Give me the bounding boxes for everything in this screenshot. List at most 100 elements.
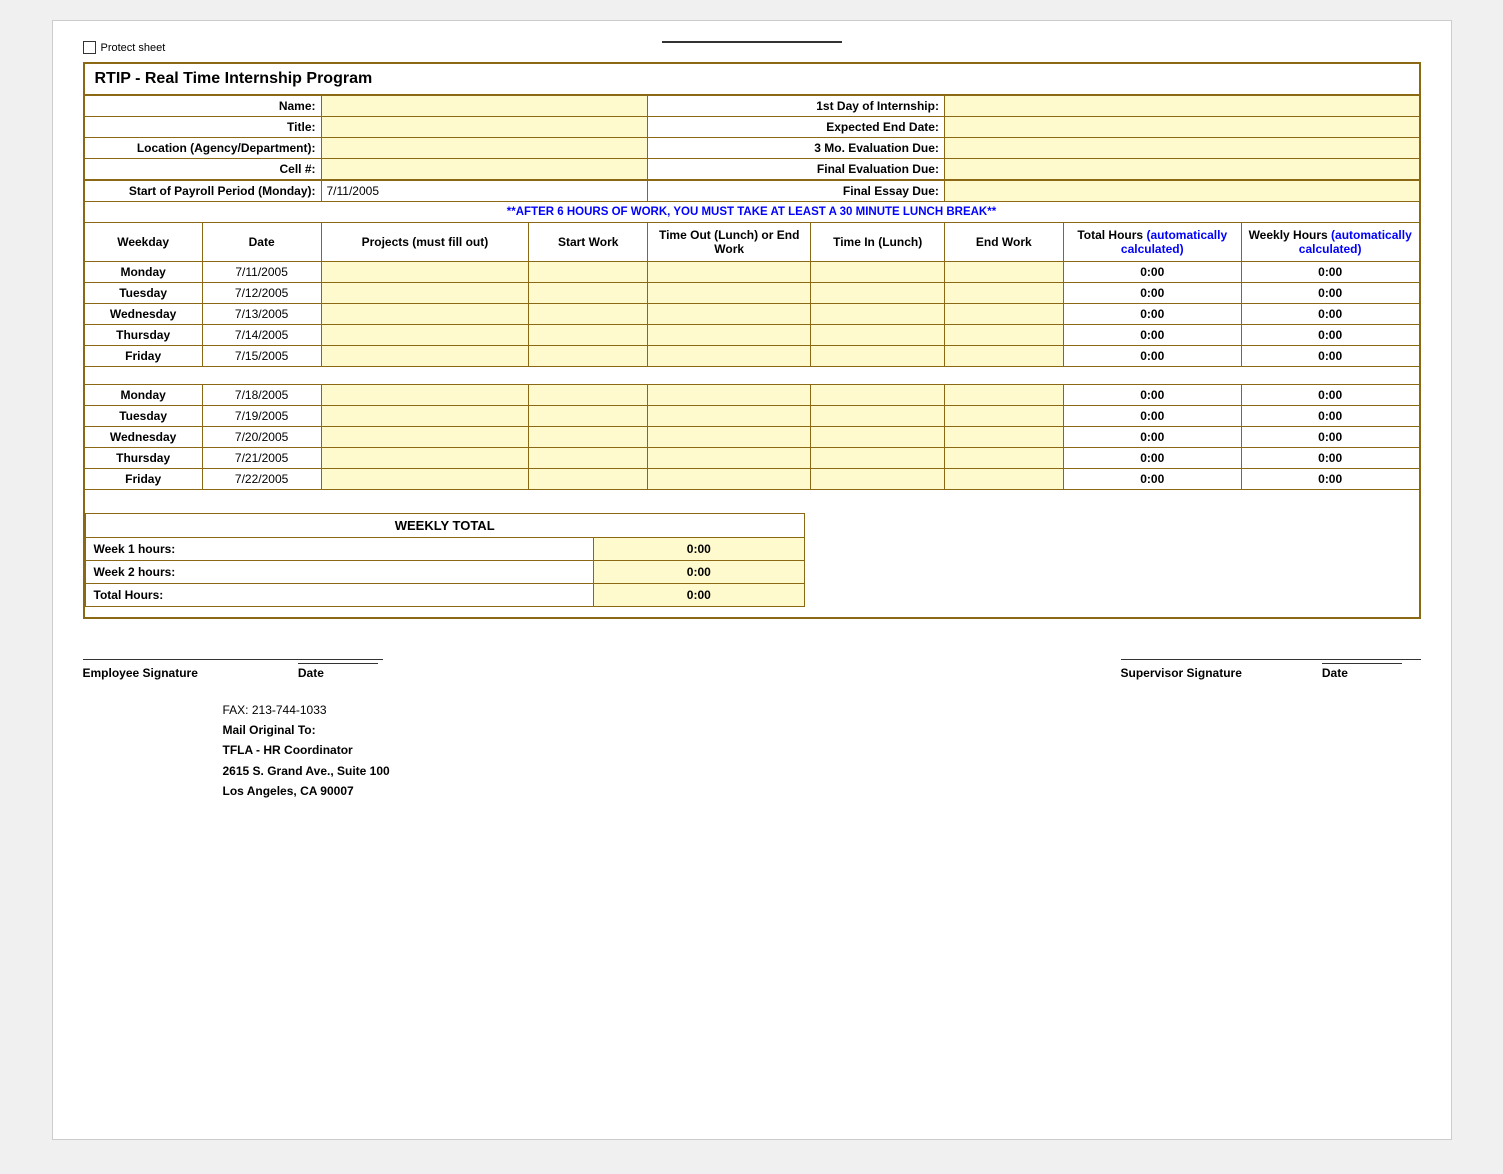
w1d4-total: 0:00 <box>1063 325 1241 346</box>
w2d4-start[interactable] <box>529 448 648 469</box>
w2d1-weekday: Monday <box>84 385 203 406</box>
w1d4-projects[interactable] <box>321 325 529 346</box>
w2d5-weekly: 0:00 <box>1241 469 1419 490</box>
w2d3-start[interactable] <box>529 427 648 448</box>
w2d5-start[interactable] <box>529 469 648 490</box>
footer-mail-to: Mail Original To: <box>223 720 1421 740</box>
protect-label: Protect sheet <box>101 42 166 54</box>
w2d1-timein[interactable] <box>811 385 945 406</box>
weekly-total-table: WEEKLY TOTAL Week 1 hours: 0:00 Week 2 h… <box>85 513 805 607</box>
final-eval-input[interactable] <box>944 159 1419 181</box>
w2d5-timeout[interactable] <box>648 469 811 490</box>
col-weekday: Weekday <box>84 223 203 262</box>
w1d1-start[interactable] <box>529 262 648 283</box>
w1d2-start[interactable] <box>529 283 648 304</box>
wt-week1-row: Week 1 hours: 0:00 <box>85 537 804 560</box>
column-headers: Weekday Date Projects (must fill out) St… <box>84 223 1420 262</box>
week1-row-1: Monday 7/11/2005 0:00 0:00 <box>84 262 1420 283</box>
w2d2-timein[interactable] <box>811 406 945 427</box>
w1d4-end[interactable] <box>944 325 1063 346</box>
name-input[interactable] <box>321 95 648 117</box>
warning-row: **AFTER 6 HOURS OF WORK, YOU MUST TAKE A… <box>84 202 1420 223</box>
w1d2-projects[interactable] <box>321 283 529 304</box>
title-input[interactable] <box>321 117 648 138</box>
employee-sig-underline <box>83 659 383 660</box>
w1d2-timein[interactable] <box>811 283 945 304</box>
col-total-hours: Total Hours (automatically calculated) <box>1063 223 1241 262</box>
w1d2-timeout[interactable] <box>648 283 811 304</box>
w2d4-projects[interactable] <box>321 448 529 469</box>
w2d4-timein[interactable] <box>811 448 945 469</box>
w2d1-start[interactable] <box>529 385 648 406</box>
w2d2-projects[interactable] <box>321 406 529 427</box>
w1d2-total: 0:00 <box>1063 283 1241 304</box>
employee-sig-label: Employee Signature <box>83 666 198 680</box>
week2-row-4: Thursday 7/21/2005 0:00 0:00 <box>84 448 1420 469</box>
location-input[interactable] <box>321 138 648 159</box>
w2d2-timeout[interactable] <box>648 406 811 427</box>
w2d4-weekly: 0:00 <box>1241 448 1419 469</box>
w1d3-end[interactable] <box>944 304 1063 325</box>
w2d1-timeout[interactable] <box>648 385 811 406</box>
w1d3-timein[interactable] <box>811 304 945 325</box>
spacer-1 <box>84 367 1420 385</box>
cell-label: Cell #: <box>84 159 322 181</box>
w1d1-end[interactable] <box>944 262 1063 283</box>
w2d3-timein[interactable] <box>811 427 945 448</box>
w1d5-projects[interactable] <box>321 346 529 367</box>
w1d4-timeout[interactable] <box>648 325 811 346</box>
w1d3-projects[interactable] <box>321 304 529 325</box>
week2-row-2: Tuesday 7/19/2005 0:00 0:00 <box>84 406 1420 427</box>
col-start-work: Start Work <box>529 223 648 262</box>
col-time-out: Time Out (Lunch) or End Work <box>648 223 811 262</box>
w1d2-weekly: 0:00 <box>1241 283 1419 304</box>
final-essay-input[interactable] <box>944 180 1419 202</box>
week2-row-5: Friday 7/22/2005 0:00 0:00 <box>84 469 1420 490</box>
col-time-in: Time In (Lunch) <box>811 223 945 262</box>
w1d5-end[interactable] <box>944 346 1063 367</box>
w1d5-weekday: Friday <box>84 346 203 367</box>
w1d2-end[interactable] <box>944 283 1063 304</box>
w1d1-projects[interactable] <box>321 262 529 283</box>
w2d5-timein[interactable] <box>811 469 945 490</box>
w2d3-end[interactable] <box>944 427 1063 448</box>
expected-end-input[interactable] <box>944 117 1419 138</box>
w1d2-weekday: Tuesday <box>84 283 203 304</box>
supervisor-sig-label: Supervisor Signature <box>1121 666 1242 680</box>
w1d4-start[interactable] <box>529 325 648 346</box>
week1-row-2: Tuesday 7/12/2005 0:00 0:00 <box>84 283 1420 304</box>
w1d1-timein[interactable] <box>811 262 945 283</box>
spacer-2 <box>84 490 1420 508</box>
w2d3-projects[interactable] <box>321 427 529 448</box>
w2d1-end[interactable] <box>944 385 1063 406</box>
footer-fax: FAX: 213-744-1033 <box>223 700 1421 720</box>
name-row: Name: 1st Day of Internship: <box>84 95 1420 117</box>
cell-input[interactable] <box>321 159 648 181</box>
w2d4-weekday: Thursday <box>84 448 203 469</box>
first-day-input[interactable] <box>944 95 1419 117</box>
w1d3-start[interactable] <box>529 304 648 325</box>
w2d5-projects[interactable] <box>321 469 529 490</box>
w2d3-timeout[interactable] <box>648 427 811 448</box>
protect-checkbox[interactable] <box>83 41 96 54</box>
w2d4-timeout[interactable] <box>648 448 811 469</box>
w2d2-start[interactable] <box>529 406 648 427</box>
w1d1-weekly: 0:00 <box>1241 262 1419 283</box>
w2d4-end[interactable] <box>944 448 1063 469</box>
col-projects: Projects (must fill out) <box>321 223 529 262</box>
w1d5-timein[interactable] <box>811 346 945 367</box>
w2d5-end[interactable] <box>944 469 1063 490</box>
w1d2-date: 7/12/2005 <box>202 283 321 304</box>
footer-info: FAX: 213-744-1033 Mail Original To: TFLA… <box>223 700 1421 802</box>
w1d4-timein[interactable] <box>811 325 945 346</box>
w2d2-end[interactable] <box>944 406 1063 427</box>
main-table: RTIP - Real Time Internship Program Name… <box>83 62 1421 619</box>
w2d1-projects[interactable] <box>321 385 529 406</box>
w2d1-weekly: 0:00 <box>1241 385 1419 406</box>
eval-3mo-input[interactable] <box>944 138 1419 159</box>
supervisor-date-label: Date <box>1322 666 1348 680</box>
w1d5-timeout[interactable] <box>648 346 811 367</box>
w1d3-timeout[interactable] <box>648 304 811 325</box>
w1d1-timeout[interactable] <box>648 262 811 283</box>
w1d5-start[interactable] <box>529 346 648 367</box>
